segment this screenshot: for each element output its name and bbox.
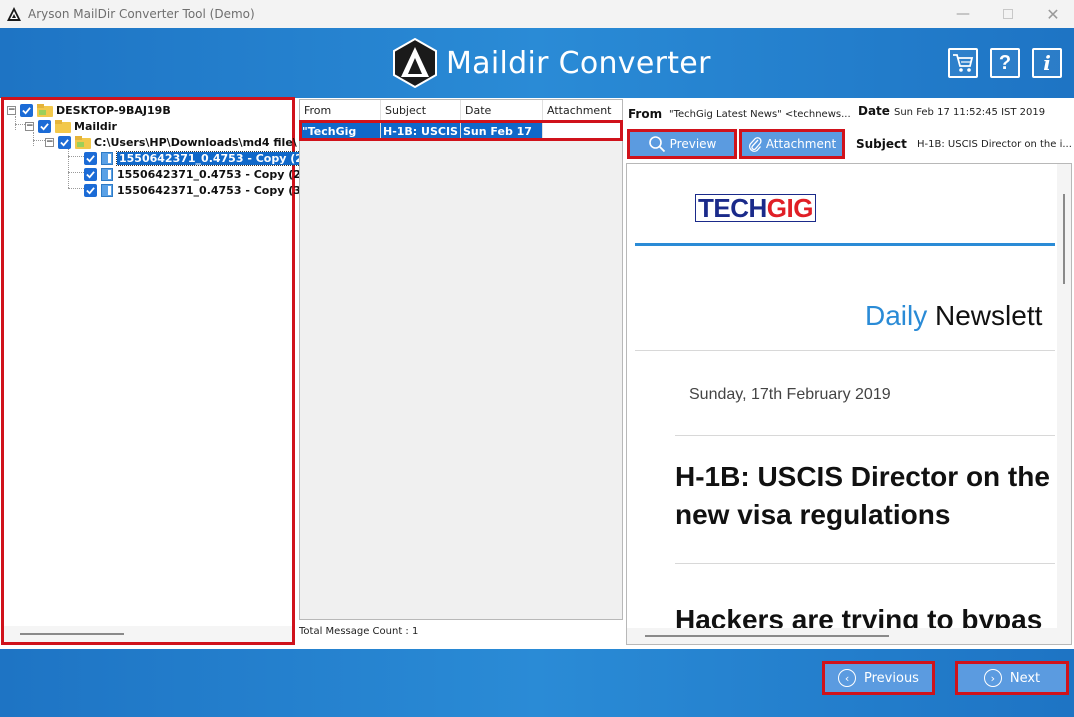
from-label: From <box>628 107 663 121</box>
app-name: Maildir Converter <box>446 45 711 81</box>
newsletter-title-daily: Daily <box>865 300 928 331</box>
next-button[interactable]: › Next <box>955 661 1069 695</box>
close-icon[interactable]: ✕ <box>1030 0 1074 28</box>
divider <box>635 350 1055 351</box>
tree-item-label: 1550642371_0.4753 - Copy (2) <box>116 150 311 166</box>
column-date[interactable]: Date <box>461 100 543 121</box>
collapse-icon[interactable]: − <box>25 121 34 131</box>
newsletter-title-rest: Newslett <box>935 300 1043 331</box>
folder-icon <box>55 119 71 133</box>
logo-text-gig: GIG <box>766 192 814 223</box>
email-body: TECH GIG Daily Newslett Sunday, 17th Febr… <box>635 164 1055 634</box>
tree-item-label: 1550642371_0.4753 - Copy (3) <box>117 183 306 197</box>
checkbox-icon[interactable] <box>58 135 71 149</box>
tree-connector <box>33 132 34 146</box>
tree-connector <box>33 140 45 141</box>
paperclip-icon <box>748 137 762 152</box>
chevron-right-icon: › <box>983 669 1002 687</box>
date-label: Date <box>858 104 890 118</box>
preview-horizontal-scrollbar[interactable] <box>627 628 1071 644</box>
checkbox-icon[interactable] <box>84 167 97 181</box>
date-value: Sun Feb 17 11:52:45 IST 2019 <box>894 107 1046 118</box>
app-window: Aryson MailDir Converter Tool (Demo) — ✕… <box>0 0 1074 717</box>
tree-connector <box>68 156 84 157</box>
preview-vertical-scrollbar[interactable] <box>1057 164 1071 634</box>
logo-icon <box>393 38 437 88</box>
total-message-count: Total Message Count : 1 <box>299 626 419 637</box>
tree-connector <box>68 148 69 188</box>
previous-label: Previous <box>864 670 919 686</box>
folder-tree-panel: − DESKTOP-9BAJ19B − Maildir − C:\Users\H… <box>1 97 311 645</box>
tree-connector <box>68 172 84 173</box>
preview-tab-label: Preview <box>669 137 717 151</box>
attachment-tab[interactable]: Attachment <box>739 129 845 159</box>
column-subject[interactable]: Subject <box>381 100 461 121</box>
message-list-header: From Subject Date Attachment <box>300 100 622 121</box>
folder-icon <box>75 135 91 149</box>
email-banner: TECH GIG <box>635 164 1055 246</box>
preview-tab[interactable]: Preview <box>627 129 737 159</box>
tree-item-file-3[interactable]: 1550642371_0.4753 - Copy (3) <box>84 182 306 198</box>
attachment-tab-label: Attachment <box>765 137 837 151</box>
computer-folder-icon <box>37 103 53 117</box>
newsletter-date: Sunday, 17th February 2019 <box>689 386 891 403</box>
app-logo-icon <box>7 7 21 21</box>
title-bar: Aryson MailDir Converter Tool (Demo) <box>0 0 1074 28</box>
message-list-panel: From Subject Date Attachment "TechGig H-… <box>299 99 623 620</box>
checkbox-icon[interactable] <box>84 151 97 165</box>
subject-label: Subject <box>856 137 907 151</box>
tree-item-label: Maildir <box>74 119 117 133</box>
newsletter-title: Daily Newslett <box>865 300 1042 332</box>
logo-text-tech: TECH <box>698 192 767 223</box>
tree-connector <box>15 124 25 125</box>
header-banner: Maildir Converter ? i <box>0 28 1074 98</box>
email-preview-pane: TECH GIG Daily Newslett Sunday, 17th Febr… <box>626 163 1072 645</box>
tree-item-maildir[interactable]: − Maildir <box>25 118 117 134</box>
collapse-icon[interactable]: − <box>45 137 54 147</box>
from-value: "TechGig Latest News" <technews... <box>669 109 851 120</box>
app-logo: Maildir Converter <box>392 38 711 88</box>
cart-icon[interactable] <box>948 48 978 78</box>
file-icon <box>101 167 113 181</box>
previous-button[interactable]: ‹ Previous <box>822 661 935 695</box>
collapse-icon[interactable]: − <box>7 105 16 115</box>
divider <box>675 563 1055 564</box>
column-attachment[interactable]: Attachment <box>543 100 622 121</box>
next-label: Next <box>1009 670 1041 686</box>
file-icon <box>101 151 113 165</box>
techgig-logo: TECH GIG <box>695 192 816 223</box>
message-row-highlight <box>299 120 623 141</box>
tree-connector <box>68 188 84 189</box>
checkbox-icon[interactable] <box>84 183 97 197</box>
tree-horizontal-scrollbar[interactable] <box>4 626 292 642</box>
tree-item-file-1[interactable]: 1550642371_0.4753 - Copy (2) <box>84 150 311 166</box>
tree-item-label: C:\Users\HP\Downloads\md4 file\ <box>94 135 297 149</box>
minimize-icon[interactable]: — <box>940 0 986 28</box>
checkbox-icon[interactable] <box>38 119 51 133</box>
maximize-icon[interactable] <box>985 0 1031 28</box>
footer-bar: ‹ Previous › Next <box>0 649 1074 717</box>
tree-connector <box>15 116 16 130</box>
subject-value: H-1B: USCIS Director on the i... <box>917 139 1072 150</box>
help-icon[interactable]: ? <box>990 48 1020 78</box>
divider <box>675 435 1055 436</box>
tree-item-path[interactable]: − C:\Users\HP\Downloads\md4 file\ <box>45 134 297 150</box>
search-icon <box>648 136 665 153</box>
tree-item-desktop[interactable]: − DESKTOP-9BAJ19B <box>7 102 171 118</box>
tree-item-label: DESKTOP-9BAJ19B <box>56 103 171 117</box>
window-title: Aryson MailDir Converter Tool (Demo) <box>28 7 255 21</box>
checkbox-icon[interactable] <box>20 103 33 117</box>
headline-1[interactable]: H-1B: USCIS Director on the new visa reg… <box>675 458 1055 534</box>
info-icon[interactable]: i <box>1032 48 1062 78</box>
column-from[interactable]: From <box>300 100 381 121</box>
tree-item-label: 1550642371_0.4753 - Copy (2) <box>117 167 306 181</box>
chevron-left-icon: ‹ <box>838 669 857 687</box>
tree-item-file-2[interactable]: 1550642371_0.4753 - Copy (2) <box>84 166 306 182</box>
file-icon <box>101 183 113 197</box>
